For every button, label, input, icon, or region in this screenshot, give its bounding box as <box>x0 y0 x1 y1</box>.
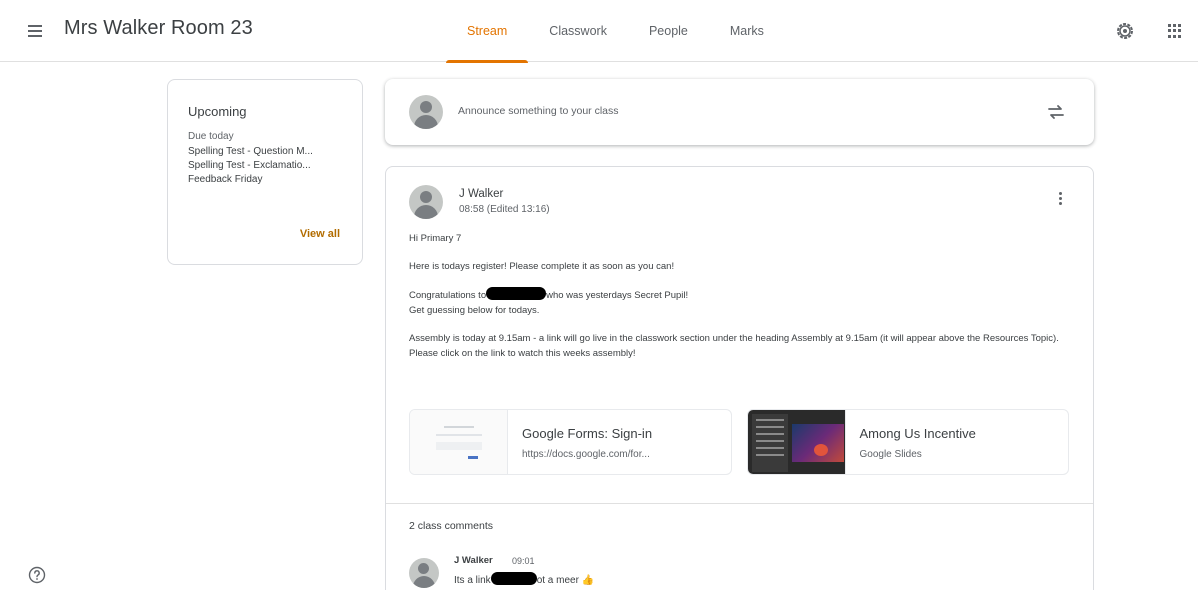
post-paragraph: Congratulations to who was yesterdays Sec… <box>409 287 1069 303</box>
post-paragraph: Here is todays register! Please complete… <box>409 261 675 272</box>
apps-grid-icon[interactable] <box>1164 20 1186 42</box>
attachment-title: Google Forms: Sign-in <box>522 426 653 441</box>
comment-text-part: ot a meer 👍 <box>536 575 595 586</box>
comment-author: J Walker <box>454 555 493 566</box>
class-title[interactable]: Mrs Walker Room 23 <box>64 17 253 40</box>
tab-stream[interactable]: Stream <box>446 0 529 63</box>
form-thumbnail <box>410 410 508 474</box>
more-options-icon[interactable] <box>1057 192 1063 212</box>
slides-thumbnail <box>747 410 846 474</box>
post-greeting: Hi Primary 7 <box>409 233 462 244</box>
stream-post: J Walker 08:58 (Edited 13:16) Hi Primary… <box>385 166 1094 590</box>
top-app-bar: Mrs Walker Room 23 Stream Classwork Peop… <box>0 0 1198 63</box>
user-avatar <box>409 95 443 129</box>
tab-people[interactable]: People <box>628 0 709 62</box>
attachment-type: Google Slides <box>859 449 922 460</box>
commenter-avatar <box>409 558 439 588</box>
post-text: Congratulations to <box>409 290 487 301</box>
upcoming-item[interactable]: Feedback Friday <box>188 173 342 187</box>
announce-box[interactable]: Announce something to your class <box>385 79 1094 145</box>
post-paragraph: Assembly is today at 9.15am - a link wil… <box>409 333 1059 359</box>
class-comments-count[interactable]: 2 class comments <box>409 520 493 532</box>
post-text: who was yesterdays Secret Pupil! <box>546 290 689 301</box>
post-timestamp: 08:58 (Edited 13:16) <box>459 204 550 215</box>
comment-text-part: Its a link <box>454 575 491 586</box>
upcoming-item[interactable]: Spelling Test - Exclamatio... <box>188 159 342 173</box>
upcoming-item[interactable]: Spelling Test - Question M... <box>188 145 342 159</box>
attachments: Google Forms: Sign-in https://docs.googl… <box>409 409 1069 475</box>
tab-marks[interactable]: Marks <box>709 0 785 62</box>
post-author: J Walker <box>459 188 504 200</box>
view-all-link[interactable]: View all <box>300 228 340 240</box>
upcoming-title: Upcoming <box>188 104 247 119</box>
announce-placeholder: Announce something to your class <box>458 105 619 117</box>
tab-classwork[interactable]: Classwork <box>528 0 628 62</box>
help-icon[interactable] <box>28 566 46 584</box>
attachment-google-form[interactable]: Google Forms: Sign-in https://docs.googl… <box>409 409 732 475</box>
attachment-title: Among Us Incentive <box>859 426 976 441</box>
attachment-url: https://docs.google.com/for... <box>522 449 650 460</box>
redaction-mark <box>486 287 547 300</box>
settings-icon[interactable] <box>1114 20 1136 42</box>
post-paragraph: Get guessing below for todays. <box>409 305 540 316</box>
menu-icon[interactable] <box>24 18 50 44</box>
redaction-mark <box>490 572 537 585</box>
comment-time: 09:01 <box>512 556 535 566</box>
attachment-google-slides[interactable]: Among Us Incentive Google Slides <box>746 409 1069 475</box>
comment-text: Its a link ot a meer 👍 <box>454 572 594 586</box>
divider <box>386 503 1093 504</box>
author-avatar <box>409 185 443 219</box>
upcoming-due-label: Due today <box>188 131 234 142</box>
upcoming-card: Upcoming Due today Spelling Test - Quest… <box>167 79 363 265</box>
post-body: Hi Primary 7 Here is todays register! Pl… <box>409 231 1069 374</box>
tab-bar: Stream Classwork People Marks <box>446 0 785 63</box>
repost-icon[interactable] <box>1044 100 1068 124</box>
